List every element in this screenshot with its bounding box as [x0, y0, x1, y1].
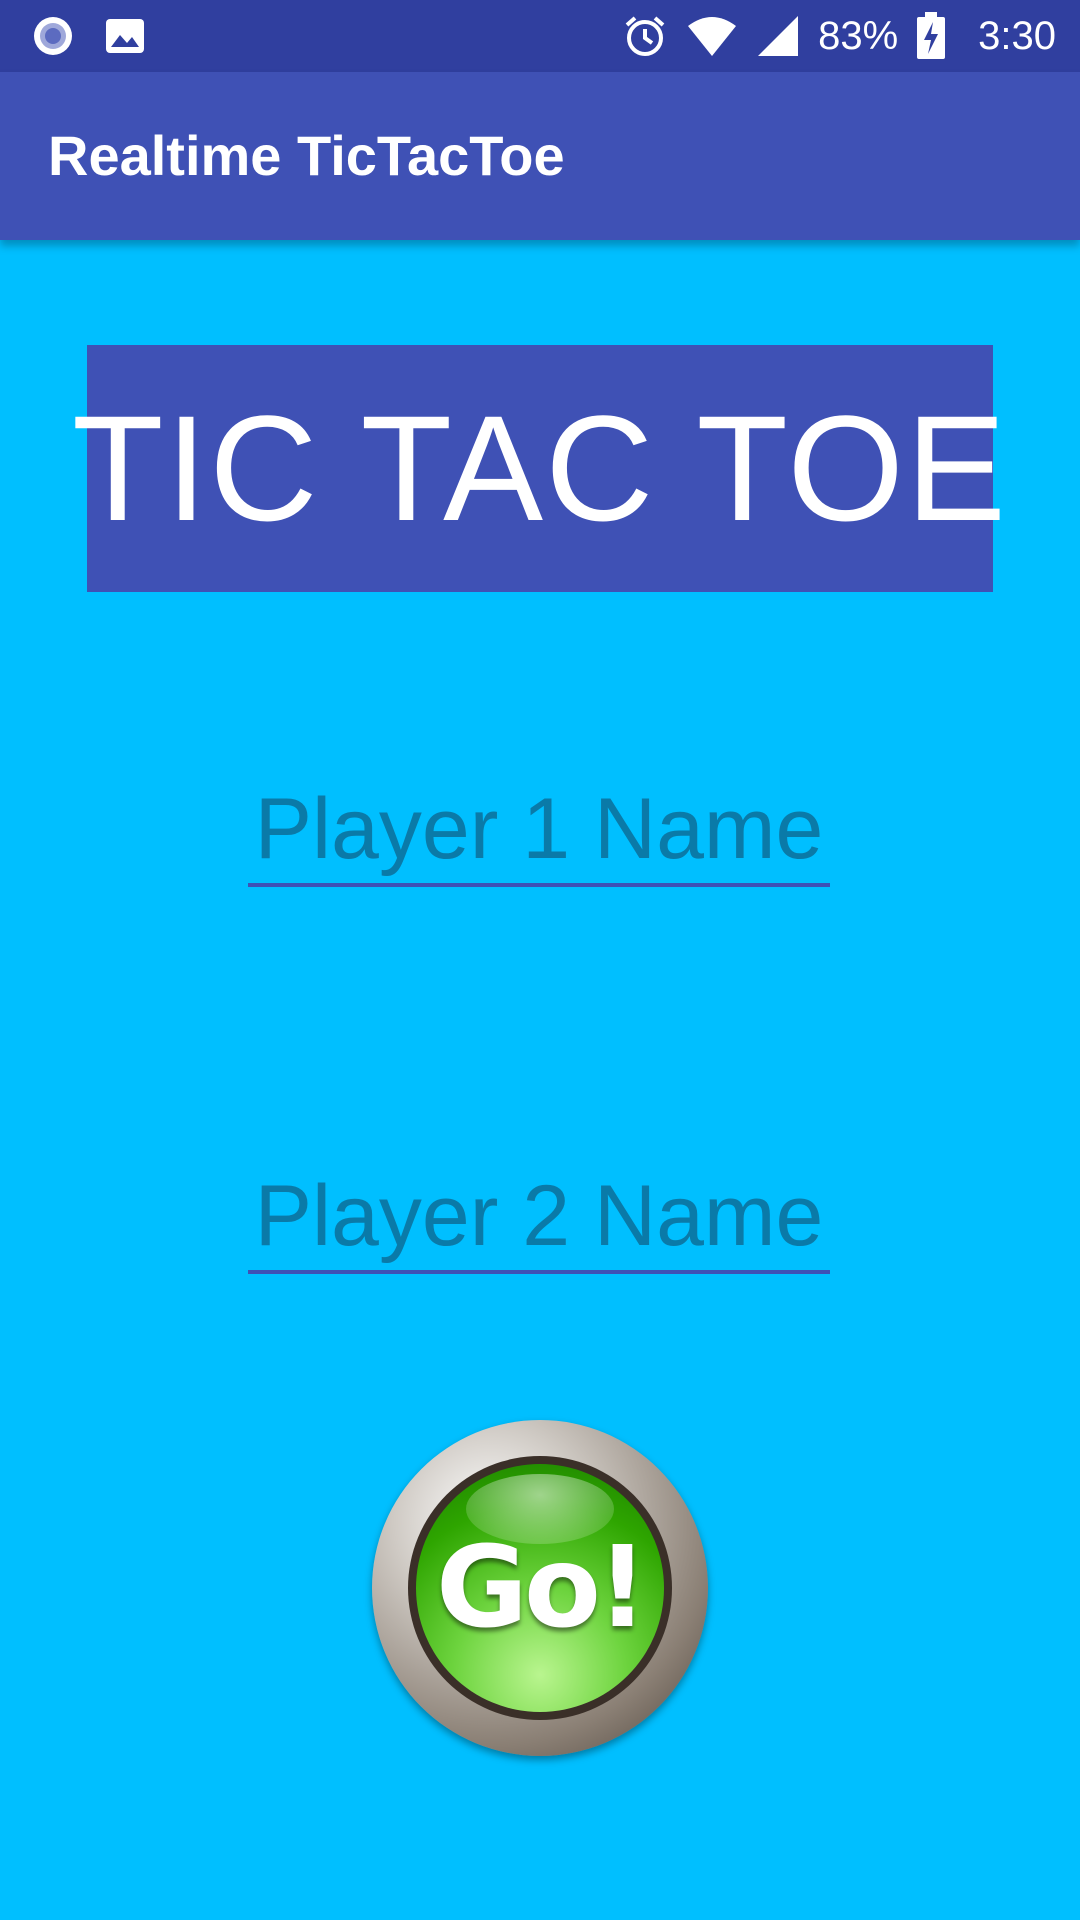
go-button-face: Go! [416, 1464, 664, 1712]
battery-charging-icon [916, 12, 946, 60]
title-banner: TIC TAC TOE [72, 345, 1006, 592]
battery-percent: 83% [818, 13, 899, 58]
cell-signal-icon [756, 14, 800, 58]
go-button-label: Go! [436, 1523, 648, 1653]
status-bar: 83% 3:30 [0, 0, 1080, 72]
notification-circle-icon [32, 15, 74, 57]
player2-name-input[interactable] [248, 1162, 830, 1274]
status-bar-right: 83% 3:30 [622, 0, 1056, 72]
app-bar: Realtime TicTacToe [0, 72, 1080, 240]
banner-title: TIC TAC TOE [71, 384, 1009, 552]
status-bar-left [32, 0, 146, 72]
go-button[interactable]: Go! [372, 1420, 708, 1756]
image-icon [104, 15, 146, 57]
player1-name-input[interactable] [248, 775, 830, 887]
app-title: Realtime TicTacToe [48, 124, 565, 187]
alarm-icon [622, 13, 668, 59]
status-time: 3:30 [978, 13, 1056, 58]
wifi-icon [686, 14, 738, 58]
